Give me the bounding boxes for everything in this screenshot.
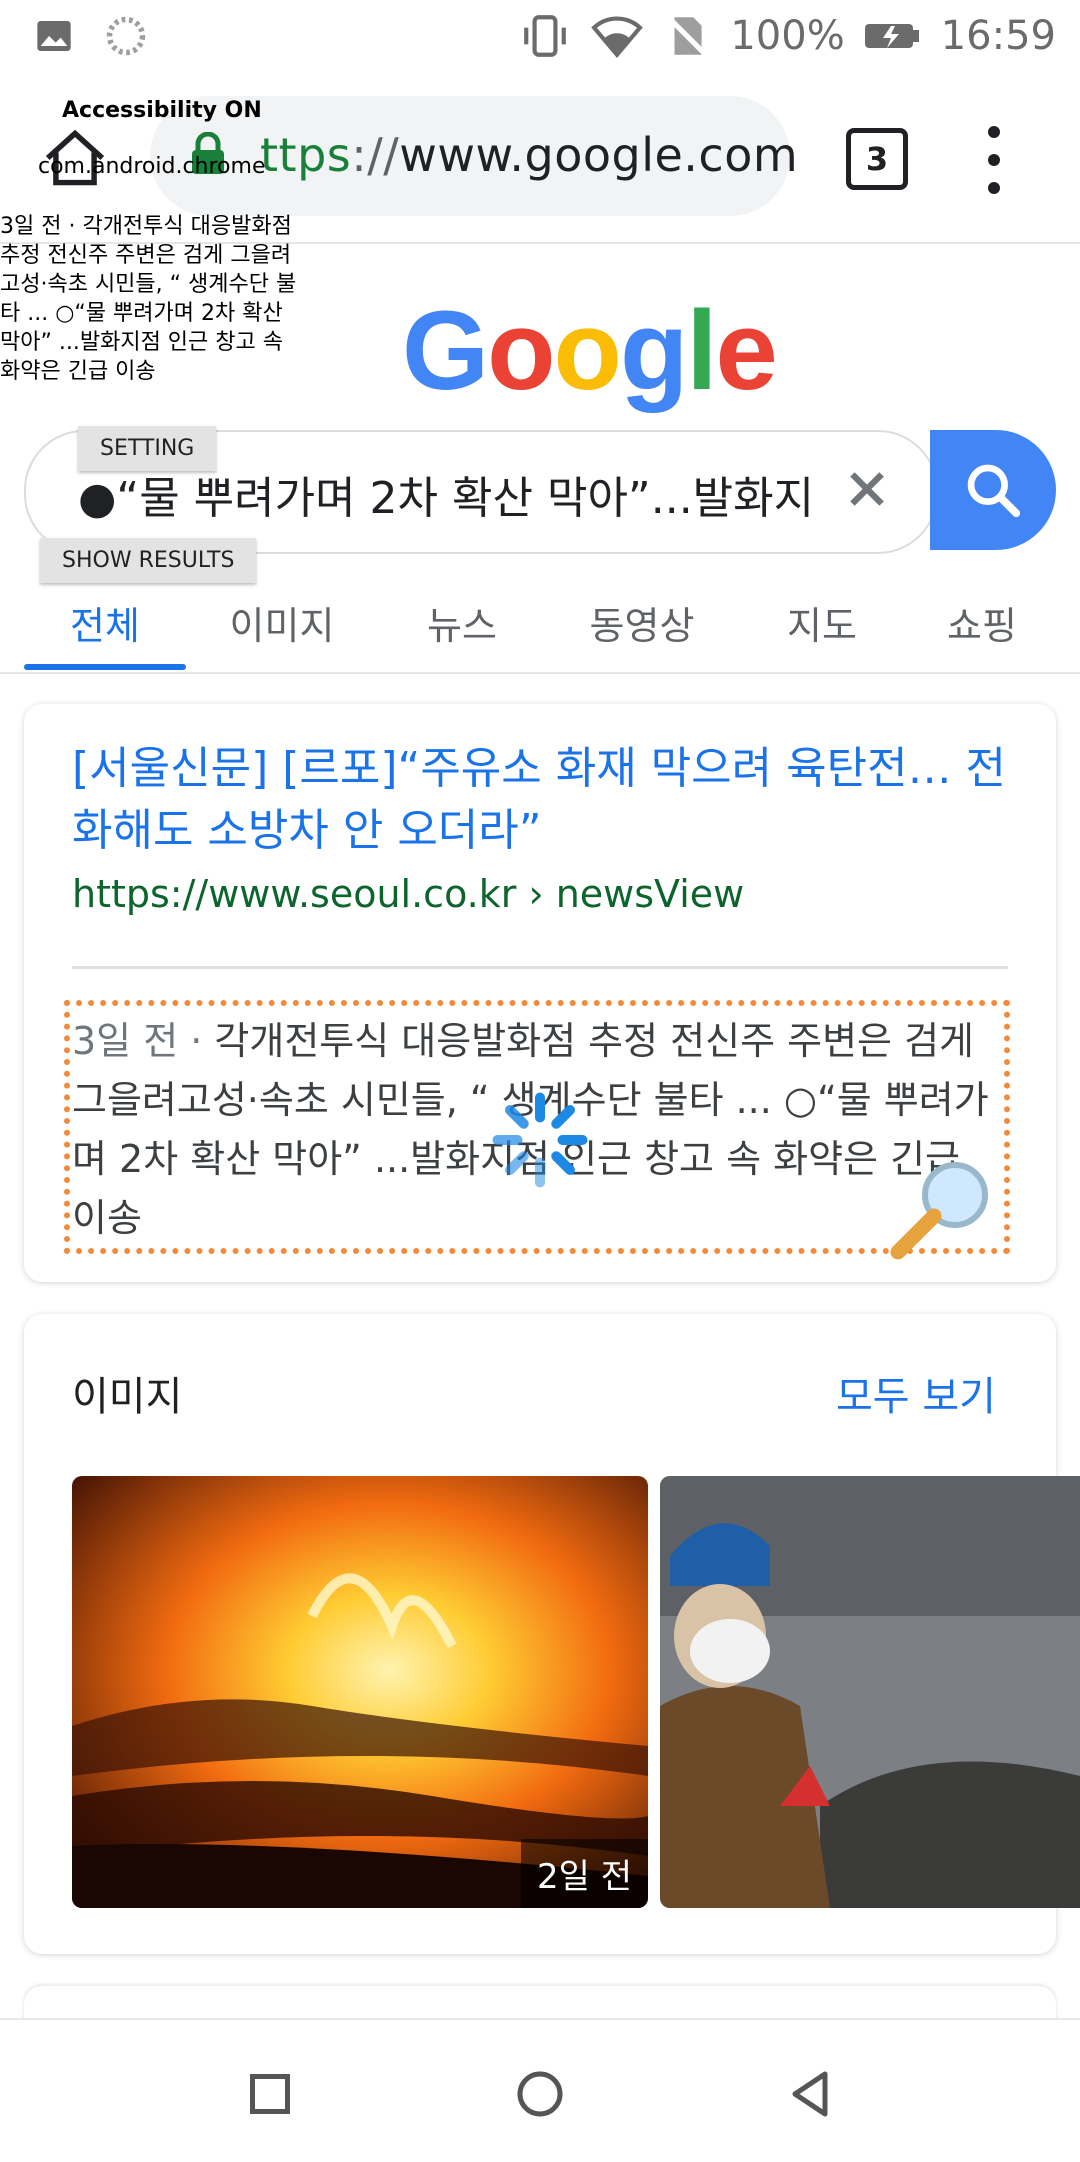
- recents-icon[interactable]: [240, 2064, 300, 2124]
- logo-letter: e: [715, 288, 778, 413]
- wifi-icon: [591, 16, 644, 58]
- status-icons: 100% 16:59: [518, 8, 1056, 64]
- no-sim-icon: [666, 15, 708, 57]
- logo-letter: o: [487, 288, 555, 413]
- image-thumb-fire[interactable]: 2일 전: [72, 1476, 648, 1908]
- home-nav-icon[interactable]: [510, 2064, 570, 2124]
- image-age-badge: 2일 전: [521, 1839, 648, 1908]
- result-divider: [72, 966, 1008, 969]
- back-icon[interactable]: [780, 2064, 840, 2124]
- clock: 16:59: [940, 13, 1056, 59]
- tab-switcher-button[interactable]: 3: [846, 128, 908, 190]
- search-icon: [967, 464, 1021, 518]
- sync-icon: [106, 16, 146, 56]
- logo-letter: o: [553, 288, 622, 413]
- url-host: www.google.com: [399, 128, 799, 182]
- package-label: com.android.chrome: [38, 154, 266, 179]
- tab-images[interactable]: 이미지: [200, 572, 364, 672]
- firefighter-image: [660, 1476, 1080, 1908]
- url-separator: ://: [351, 128, 400, 182]
- image-icon: [37, 21, 71, 51]
- url-text[interactable]: ttps://www.google.com: [260, 128, 798, 182]
- magnifier-icon: [890, 1162, 988, 1260]
- vibrate-icon: [524, 15, 567, 57]
- battery-icon: [864, 24, 919, 48]
- battery-percent: 100%: [730, 13, 845, 59]
- tab-news[interactable]: 뉴스: [380, 572, 544, 672]
- tab-maps[interactable]: 지도: [740, 572, 904, 672]
- setting-tag[interactable]: SETTING: [78, 426, 217, 471]
- result-url[interactable]: https://www.seoul.co.kr › newsView: [72, 872, 744, 916]
- see-all-link[interactable]: 모두 보기: [836, 1364, 996, 1422]
- logo-letter: l: [686, 288, 717, 413]
- tab-shopping[interactable]: 쇼핑: [904, 572, 1060, 672]
- android-nav-bar: [0, 2018, 1080, 2162]
- loading-spinner-icon: [492, 1092, 588, 1188]
- menu-kebab-icon[interactable]: [986, 126, 1002, 194]
- search-button[interactable]: [930, 430, 1056, 550]
- status-bar: 100% 16:59: [0, 0, 1080, 72]
- overlay-snippet: 3일 전 · 각개전투식 대응발화점 추정 전신주 주변은 검게 그을려고성·속…: [0, 214, 297, 384]
- images-section-title: 이미지: [72, 1374, 183, 1420]
- search-tabs: 전체 이미지 뉴스 동영상 지도 쇼핑: [0, 572, 1080, 674]
- result-title-link[interactable]: [서울신문] [르포]“주유소 화재 막으려 육탄전… 전화해도 소방차 안 오…: [72, 738, 1012, 862]
- tab-videos[interactable]: 동영상: [560, 572, 724, 672]
- logo-letter: g: [619, 288, 688, 413]
- accessibility-label: Accessibility ON: [62, 98, 262, 123]
- logo-letter: G: [402, 288, 489, 413]
- google-logo: Google: [402, 286, 778, 415]
- image-thumb-firefighter[interactable]: [660, 1476, 1080, 1908]
- tab-indicator: [24, 664, 186, 670]
- url-scheme: ttps: [260, 128, 352, 182]
- clear-icon[interactable]: [842, 464, 892, 514]
- search-input[interactable]: ●“물 뿌려가며 2차 확산 막아”...발화지: [78, 462, 820, 526]
- tab-all[interactable]: 전체: [24, 572, 186, 672]
